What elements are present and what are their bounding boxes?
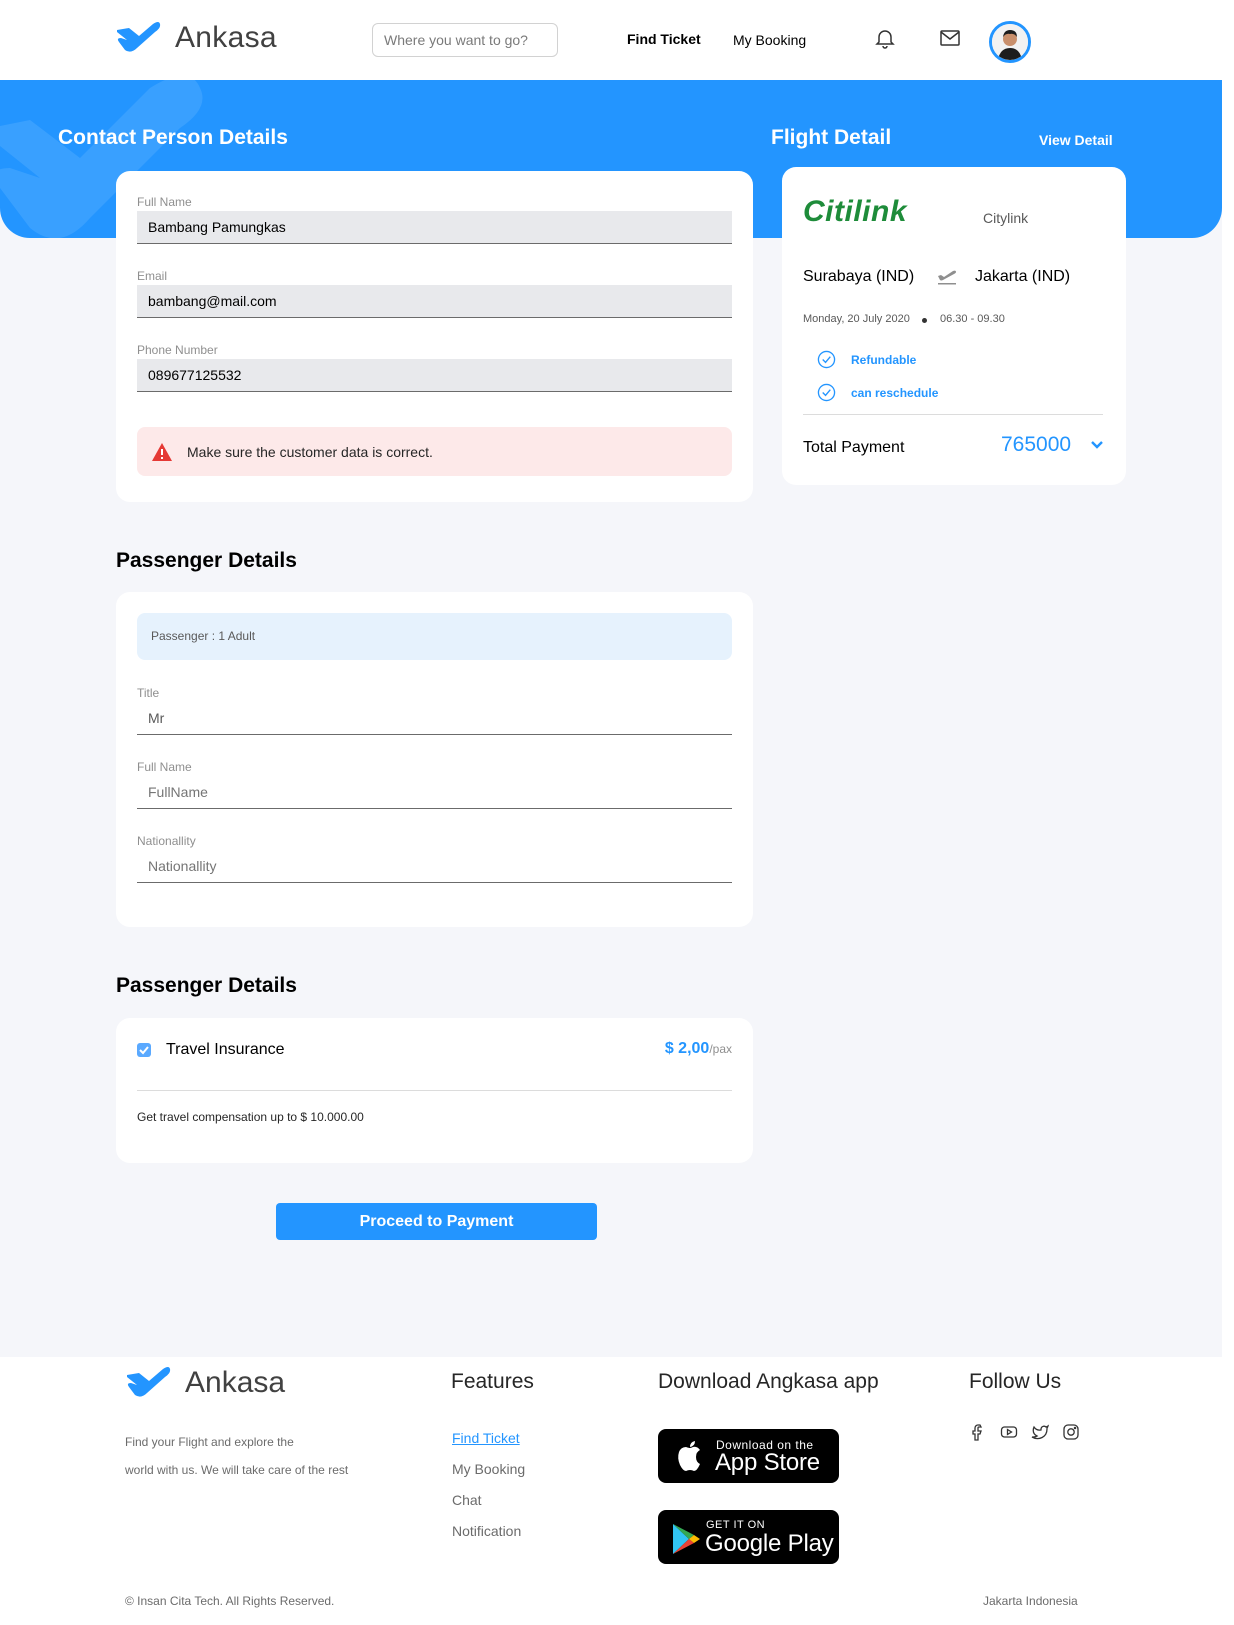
footer-link-chat[interactable]: Chat	[452, 1492, 482, 1508]
insurance-section-heading: Passenger Details	[116, 974, 297, 997]
passenger-fullname-input[interactable]	[137, 776, 732, 809]
email-label: Email	[137, 269, 168, 283]
total-payment-value: 765000	[1001, 433, 1072, 456]
title-label: Title	[137, 686, 160, 700]
passenger-fullname-label: Full Name	[137, 760, 192, 774]
contact-card: Full Name Email Phone Number Make sure t…	[116, 171, 753, 502]
route-from: Surabaya (IND)	[803, 268, 915, 285]
footer: Ankasa Find your Flight and explore the …	[0, 1357, 1234, 1625]
user-avatar[interactable]	[989, 21, 1031, 63]
view-detail-link[interactable]: View Detail	[1039, 132, 1113, 148]
nav-find-ticket[interactable]: Find Ticket	[627, 31, 701, 47]
search-input[interactable]	[372, 23, 558, 57]
flight-time: 06.30 - 09.30	[940, 313, 1005, 325]
avatar-portrait-icon	[992, 24, 1028, 60]
passenger-count-bar: Passenger : 1 Adult	[137, 613, 732, 660]
plane-logo-icon	[117, 22, 161, 52]
instagram-icon[interactable]	[1062, 1423, 1080, 1441]
twitter-icon[interactable]	[1031, 1423, 1049, 1441]
phone-input[interactable]	[137, 359, 732, 392]
check-circle-icon	[817, 350, 836, 369]
checkmark-icon	[139, 1046, 149, 1055]
google-play-button[interactable]: GET IT ON Google Play	[658, 1510, 839, 1564]
footer-brand-logo[interactable]: Ankasa	[125, 1365, 285, 1401]
airline-logo: Citilink	[803, 195, 908, 228]
passenger-section-heading: Passenger Details	[116, 549, 297, 572]
footer-link-find-ticket[interactable]: Find Ticket	[452, 1430, 520, 1446]
phone-label: Phone Number	[137, 343, 218, 357]
location-text: Jakarta Indonesia	[983, 1594, 1078, 1608]
plane-logo-icon	[127, 1367, 171, 1397]
mail-icon[interactable]	[938, 26, 962, 50]
chevron-down-icon[interactable]	[1089, 438, 1105, 452]
total-payment-label: Total Payment	[803, 439, 905, 456]
passenger-card: Passenger : 1 Adult Title Full Name Nati…	[116, 592, 753, 927]
feature-refundable: Refundable	[817, 350, 916, 369]
flight-detail-card: Citilink Citylink Surabaya (IND) Jakarta…	[782, 167, 1126, 485]
proceed-to-payment-button[interactable]: Proceed to Payment	[276, 1203, 597, 1240]
facebook-icon[interactable]	[969, 1423, 987, 1441]
footer-download-title: Download Angkasa app	[658, 1370, 879, 1393]
warning-alert: Make sure the customer data is correct.	[137, 427, 732, 476]
airline-name: Citylink	[983, 210, 1029, 226]
brand-name: Ankasa	[175, 21, 277, 54]
warning-icon	[152, 442, 172, 461]
separator-dot	[922, 318, 927, 323]
divider	[137, 1090, 732, 1091]
check-circle-icon	[817, 383, 836, 402]
insurance-note: Get travel compensation up to $ 10.000.0…	[137, 1110, 364, 1124]
google-play-main-text: Google Play	[705, 1530, 834, 1557]
app-store-button[interactable]: Download on the App Store	[658, 1429, 839, 1483]
route-to: Jakarta (IND)	[975, 268, 1071, 285]
full-name-label: Full Name	[137, 195, 192, 209]
footer-features-title: Features	[451, 1370, 534, 1393]
copyright-text: © Insan Cita Tech. All Rights Reserved.	[125, 1594, 335, 1608]
feature-label: can reschedule	[851, 385, 939, 400]
youtube-icon[interactable]	[1000, 1423, 1018, 1441]
full-name-input[interactable]	[137, 211, 732, 244]
footer-desc-line: Find your Flight and explore the	[125, 1435, 294, 1449]
bell-icon[interactable]	[873, 26, 897, 50]
insurance-card: Travel Insurance $ 2,00/pax Get travel c…	[116, 1018, 753, 1163]
footer-description: Find your Flight and explore the world w…	[125, 1428, 385, 1484]
nav-my-booking[interactable]: My Booking	[733, 32, 806, 48]
footer-follow-title: Follow Us	[969, 1370, 1062, 1393]
brand-logo[interactable]: Ankasa	[115, 20, 277, 56]
email-input[interactable]	[137, 285, 732, 318]
insurance-checkbox[interactable]	[137, 1043, 151, 1057]
insurance-price-unit: /pax	[709, 1042, 732, 1056]
flight-section-title: Flight Detail	[771, 126, 892, 149]
app-store-main-text: App Store	[715, 1449, 820, 1476]
feature-label: Refundable	[851, 352, 917, 367]
apple-icon	[678, 1441, 700, 1471]
divider	[803, 414, 1103, 415]
flight-date: Monday, 20 July 2020	[803, 313, 910, 325]
contact-section-title: Contact Person Details	[58, 126, 288, 149]
footer-link-notification[interactable]: Notification	[452, 1523, 521, 1539]
nationality-label: Nationallity	[137, 834, 196, 848]
footer-desc-line: world with us. We will take care of the …	[125, 1463, 349, 1477]
warning-text: Make sure the customer data is correct.	[187, 443, 433, 460]
footer-brand-name: Ankasa	[185, 1366, 286, 1399]
plane-departure-icon	[938, 270, 956, 285]
nationality-input[interactable]	[137, 850, 732, 883]
insurance-price-amount: $ 2,00	[664, 1040, 710, 1057]
feature-reschedule: can reschedule	[817, 383, 938, 402]
top-navbar: Ankasa Find Ticket My Booking	[0, 0, 1222, 80]
footer-link-my-booking[interactable]: My Booking	[452, 1461, 525, 1477]
insurance-label: Travel Insurance	[166, 1041, 285, 1058]
google-play-icon	[673, 1524, 700, 1554]
insurance-price: $ 2,00/pax	[665, 1040, 732, 1058]
title-select[interactable]	[137, 702, 732, 735]
